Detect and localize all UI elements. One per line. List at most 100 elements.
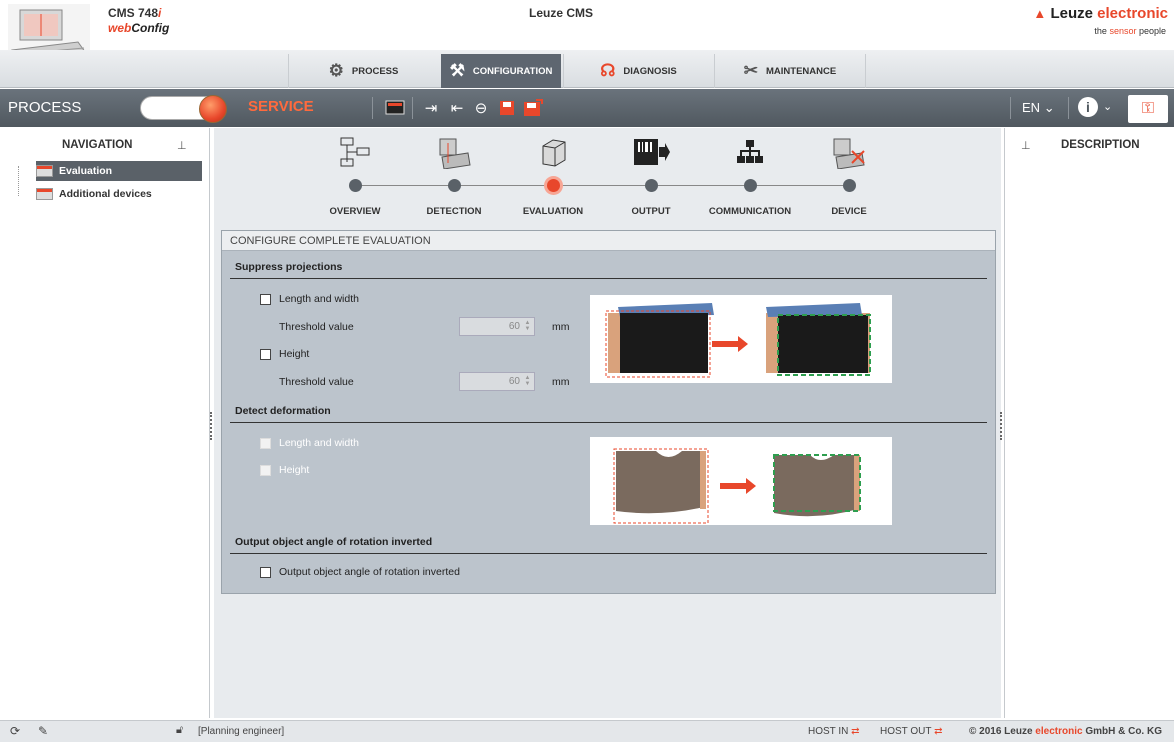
step-overview[interactable]: OVERVIEW: [305, 134, 405, 217]
nav-item-label: Evaluation: [59, 165, 113, 177]
tagline-accent: sensor: [1109, 26, 1137, 36]
language-selector[interactable]: EN ⌄: [1022, 100, 1055, 116]
upload-icon[interactable]: ⇥: [420, 97, 442, 119]
product-suffix: i: [158, 6, 162, 20]
evaluation-glyph: [542, 139, 566, 167]
step-detection[interactable]: DETECTION: [404, 134, 504, 217]
threshold-input-1[interactable]: 60 ▲ ▼: [459, 317, 535, 336]
rotation-inverted-title: Output object angle of rotation inverted: [235, 536, 433, 548]
language-value: EN: [1022, 100, 1041, 115]
unit-mm-2: mm: [552, 376, 570, 388]
step-dot: [743, 179, 757, 192]
product-name-text: CMS 748: [108, 6, 159, 20]
save-icon[interactable]: [496, 97, 518, 119]
host-out-label: HOST OUT: [880, 726, 932, 737]
output-barcode-icon: [601, 134, 701, 170]
section-divider: [230, 278, 987, 279]
tab-maintenance[interactable]: ✂ MAINTENANCE: [714, 54, 866, 88]
description-panel: ⊥ DESCRIPTION: [1004, 128, 1174, 718]
maintenance-tools-icon: ✂: [743, 61, 759, 80]
nav-item-additional-devices[interactable]: Additional devices: [36, 184, 162, 204]
spinner-arrows-icon[interactable]: ▲ ▼: [523, 375, 532, 387]
deform-length-width-checkbox[interactable]: [260, 438, 271, 449]
tab-process[interactable]: ⚙ PROCESS: [288, 54, 438, 88]
mode-toggle-switch[interactable]: [140, 95, 227, 123]
pin-icon[interactable]: ⊥: [177, 139, 187, 152]
toggle-knob: [199, 95, 227, 123]
threshold-input-1-value: 60: [508, 321, 520, 332]
step-dot-active: [546, 179, 560, 192]
overview-glyph: [340, 137, 370, 167]
detect-deformation-illustration: [590, 437, 892, 525]
monitor-icon[interactable]: [384, 97, 406, 119]
config-panel-title: CONFIGURE COMPLETE EVALUATION: [222, 231, 995, 251]
tree-connector: [18, 166, 36, 196]
toolbar-divider: [1068, 97, 1069, 119]
suppress-length-width-checkbox[interactable]: [260, 294, 271, 305]
copyright-prefix: © 2016 Leuze: [969, 726, 1033, 737]
edit-pencil-icon[interactable]: ✎: [38, 724, 48, 738]
step-evaluation[interactable]: EVALUATION: [503, 134, 603, 217]
detect-deformation-title: Detect deformation: [235, 405, 331, 417]
suppress-height-checkbox[interactable]: [260, 349, 271, 360]
suppress-length-width-label: Length and width: [279, 293, 359, 305]
step-label: OUTPUT: [631, 206, 671, 217]
tab-diagnosis[interactable]: ☊ DIAGNOSIS: [563, 54, 713, 88]
brand-logo: ▲ Leuze electronic: [1033, 5, 1168, 22]
save-as-icon[interactable]: [522, 97, 544, 119]
tagline-suffix: people: [1138, 26, 1166, 36]
right-splitter-handle[interactable]: [1000, 412, 1003, 440]
rotation-inverted-checkbox[interactable]: [260, 567, 271, 578]
step-device[interactable]: DEVICE: [799, 134, 899, 217]
unlock-icon[interactable]: 🔓︎: [176, 724, 183, 737]
main-tabs: ⚙ PROCESS ⚒ CONFIGURATION ☊ DIAGNOSIS ✂ …: [0, 50, 1174, 88]
toolbar-divider: [372, 97, 373, 119]
pin-icon[interactable]: ⊥: [1021, 139, 1031, 152]
wizard-steps: OVERVIEW DETECTION EVALUATION OUTPUT COM: [214, 128, 1001, 228]
header: CMS 748i webConfig Leuze CMS ▲ Leuze ele…: [0, 0, 1174, 88]
diagnosis-icon: ☊: [600, 61, 616, 80]
host-in-label: HOST IN: [808, 726, 849, 737]
product-name: CMS 748i: [108, 6, 161, 20]
network-glyph: [737, 140, 763, 163]
save-icon-glyph: [500, 101, 514, 115]
step-label: COMMUNICATION: [708, 206, 792, 217]
deform-height-label: Height: [279, 464, 310, 476]
unit-mm-1: mm: [552, 321, 570, 333]
product-sub-text: Config: [131, 21, 170, 35]
step-dot: [447, 179, 461, 192]
step-output[interactable]: OUTPUT: [601, 134, 701, 217]
nav-item-evaluation[interactable]: Evaluation: [36, 161, 202, 181]
detection-icon: [404, 134, 504, 170]
download-icon[interactable]: ⇤: [446, 97, 468, 119]
folder-icon: [36, 165, 53, 177]
brand-accent: electronic: [1097, 5, 1168, 22]
app-window: CMS 748i webConfig Leuze CMS ▲ Leuze ele…: [0, 0, 1174, 742]
product-sub-prefix: web: [108, 21, 132, 35]
left-splitter-handle[interactable]: [210, 412, 213, 440]
host-in-status: HOST IN ⇄: [808, 726, 860, 737]
tab-configuration[interactable]: ⚒ CONFIGURATION: [441, 54, 561, 88]
login-key-icon[interactable]: ⚿: [1128, 95, 1168, 123]
undo-icon[interactable]: ⊖: [470, 97, 492, 119]
brand-tagline: the sensor people: [1094, 26, 1166, 36]
device-glyph: [833, 138, 865, 169]
step-dot: [348, 179, 362, 192]
detection-glyph: [439, 138, 471, 169]
overview-icon: [305, 134, 405, 170]
app-title: Leuze CMS: [529, 6, 594, 20]
step-communication[interactable]: COMMUNICATION: [700, 134, 800, 217]
refresh-icon[interactable]: ⟳: [10, 724, 20, 738]
threshold-input-2-value: 60: [508, 376, 520, 387]
monitor-icon-glyph: [385, 100, 405, 115]
info-icon[interactable]: i: [1078, 97, 1098, 117]
step-dot: [842, 179, 856, 192]
spinner-arrows-icon[interactable]: ▲ ▼: [523, 320, 532, 332]
info-chevron-down-icon[interactable]: ⌄: [1103, 100, 1112, 113]
save-as-icon-glyph: [524, 99, 543, 116]
threshold-input-2[interactable]: 60 ▲ ▼: [459, 372, 535, 391]
deform-height-checkbox[interactable]: [260, 465, 271, 476]
output-glyph: [634, 139, 670, 165]
mode-service-label: SERVICE: [248, 98, 314, 115]
copyright-accent: electronic: [1035, 726, 1083, 737]
